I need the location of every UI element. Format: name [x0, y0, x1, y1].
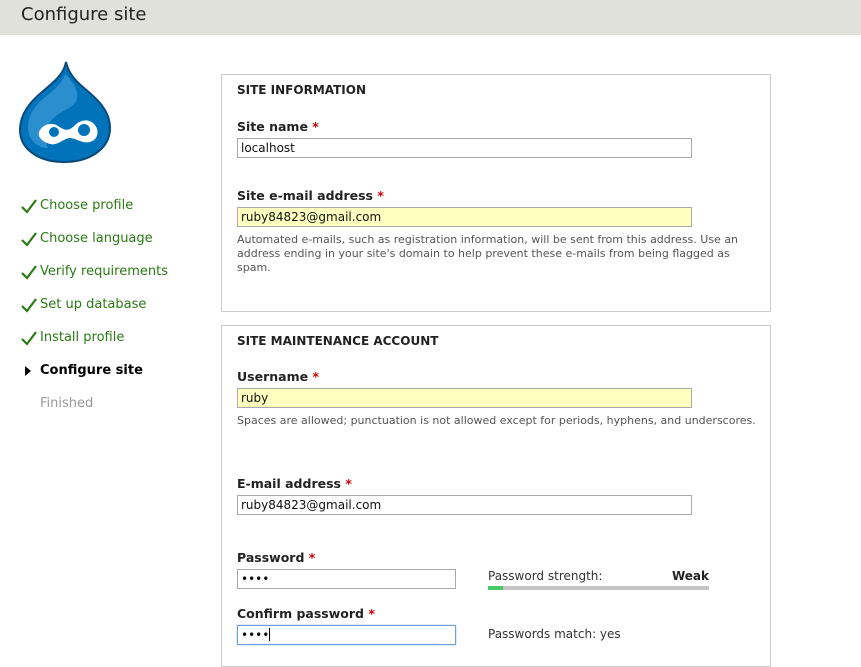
site-information-fieldset: SITE INFORMATION Site name * localhost S…	[221, 74, 771, 312]
site-name-label: Site name *	[237, 119, 319, 134]
password-strength-bar	[488, 586, 709, 590]
passwords-match-text: Passwords match: yes	[488, 627, 621, 641]
fieldset-legend: SITE MAINTENANCE ACCOUNT	[237, 334, 439, 348]
site-email-label: Site e-mail address *	[237, 188, 384, 203]
username-label: Username *	[237, 369, 319, 384]
triangle-right-icon	[25, 366, 31, 376]
required-marker: *	[345, 476, 352, 491]
site-maintenance-account-fieldset: SITE MAINTENANCE ACCOUNT Username * ruby…	[221, 325, 771, 667]
step-verify-requirements: Verify requirements	[20, 262, 210, 295]
step-label: Finished	[40, 396, 94, 411]
required-marker: *	[308, 550, 316, 565]
confirm-password-input[interactable]: ••••	[237, 625, 456, 645]
label-text: Username	[237, 369, 309, 384]
username-description: Spaces are allowed; punctuation is not a…	[237, 414, 756, 427]
step-label: Verify requirements	[40, 264, 169, 279]
fieldset-legend: SITE INFORMATION	[237, 83, 367, 97]
site-email-input[interactable]: ruby84823@gmail.com	[237, 207, 692, 227]
site-name-input[interactable]: localhost	[237, 138, 692, 158]
label-text: Password	[237, 550, 305, 565]
label-text: Site e-mail address	[237, 188, 373, 203]
checkmark-icon	[21, 199, 37, 214]
step-label: Choose profile	[40, 198, 134, 213]
site-email-description: Automated e-mails, such as registration …	[237, 233, 739, 274]
checkmark-icon	[21, 265, 37, 280]
checkmark-icon	[21, 331, 37, 346]
required-marker: *	[312, 119, 319, 134]
step-label: Install profile	[40, 330, 125, 345]
page-title: Configure site	[21, 4, 147, 25]
password-label: Password *	[237, 550, 315, 565]
step-install-profile: Install profile	[20, 328, 210, 361]
step-label: Set up database	[40, 297, 147, 312]
confirm-password-value: ••••	[241, 628, 270, 642]
step-label: Configure site	[40, 363, 143, 378]
step-choose-profile: Choose profile	[20, 196, 210, 229]
checkmark-icon	[21, 298, 37, 313]
required-marker: *	[368, 606, 375, 621]
install-steps: Choose profile Choose language Verify re…	[20, 196, 210, 427]
required-marker: *	[377, 188, 384, 203]
email-label: E-mail address *	[237, 476, 352, 491]
password-strength-label: Password strength:	[488, 569, 603, 583]
checkmark-icon	[21, 232, 37, 247]
step-choose-language: Choose language	[20, 229, 210, 262]
text-caret	[269, 628, 271, 641]
step-label: Choose language	[40, 231, 153, 246]
step-spacer	[20, 394, 40, 414]
username-input[interactable]: ruby	[237, 388, 692, 408]
password-strength-value: Weak	[671, 569, 709, 583]
label-text: Confirm password	[237, 606, 364, 621]
password-strength-fill	[488, 586, 504, 590]
step-finished: Finished	[20, 394, 210, 427]
step-set-up-database: Set up database	[20, 295, 210, 328]
password-input[interactable]: ••••	[237, 569, 456, 589]
email-input[interactable]: ruby84823@gmail.com	[237, 495, 692, 515]
drupal-logo	[18, 61, 112, 164]
label-text: E-mail address	[237, 476, 341, 491]
required-marker: *	[312, 369, 319, 384]
step-configure-site: Configure site	[20, 361, 210, 394]
header-bar: Configure site	[0, 0, 861, 35]
label-text: Site name	[237, 119, 308, 134]
confirm-password-label: Confirm password *	[237, 606, 375, 621]
